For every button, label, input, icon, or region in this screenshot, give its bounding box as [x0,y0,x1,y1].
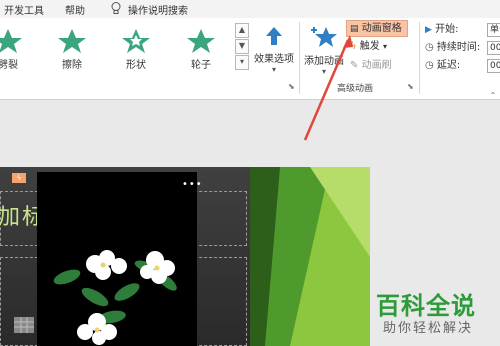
more-options-icon[interactable]: ••• [182,179,203,190]
insert-table-icon[interactable] [14,317,34,333]
watermark-subtitle: 助你轻松解决 [383,321,474,336]
watermark-title: 百科全说 [376,292,476,320]
flower-image [53,250,177,345]
flower-photo[interactable] [37,172,197,346]
slide-canvas[interactable]: 加标题 ϟ [0,167,370,346]
green-background-shapes [250,167,370,346]
animation-tag[interactable]: ϟ [12,173,26,183]
